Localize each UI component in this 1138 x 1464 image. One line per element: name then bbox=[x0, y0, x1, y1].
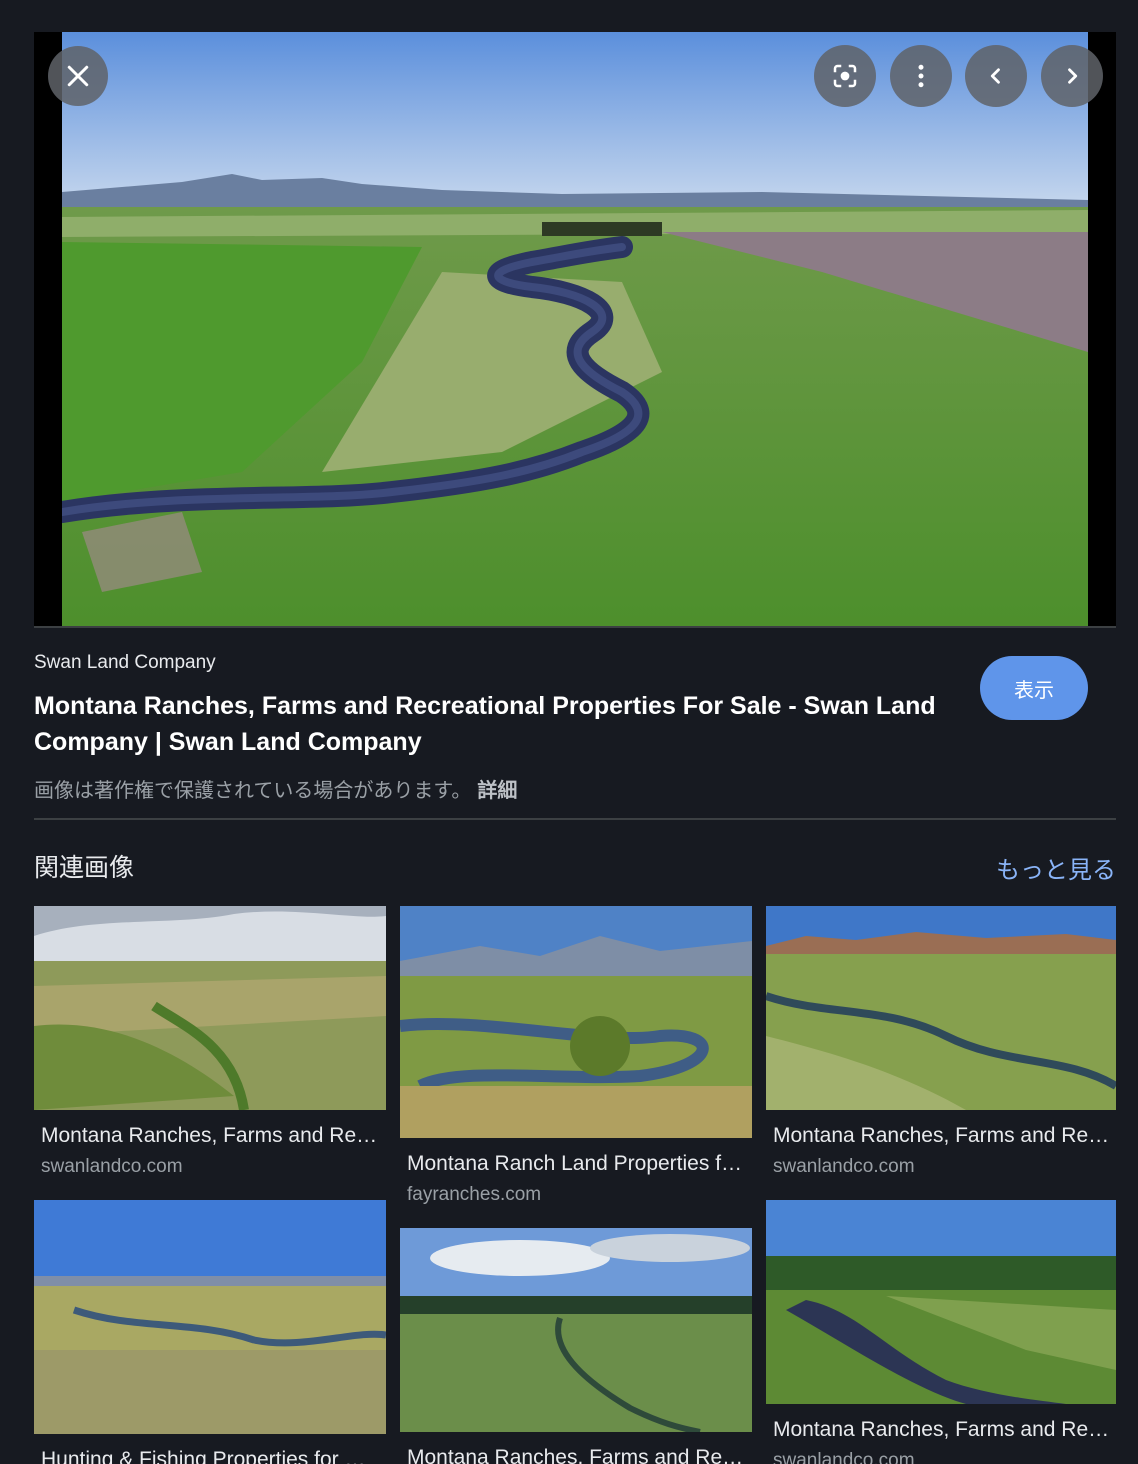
related-thumbnail bbox=[400, 1228, 752, 1432]
lens-button[interactable] bbox=[814, 45, 876, 107]
close-icon bbox=[67, 65, 89, 87]
next-button[interactable] bbox=[1041, 45, 1103, 107]
related-image-card[interactable]: Hunting & Fishing Properties for Sale bbox=[34, 1200, 386, 1464]
card-site: swanlandco.com bbox=[773, 1450, 915, 1464]
preview-image bbox=[34, 32, 1116, 626]
related-image-card[interactable]: Montana Ranch Land Properties for Sale f… bbox=[400, 906, 752, 1206]
card-title: Montana Ranches, Farms and Recreational … bbox=[407, 1446, 745, 1464]
detail-link[interactable]: 詳細 bbox=[477, 780, 517, 802]
see-more-link[interactable]: もっと見る bbox=[996, 850, 1116, 885]
lens-icon bbox=[833, 64, 857, 88]
view-button[interactable]: 表示 bbox=[980, 656, 1088, 720]
card-title: Montana Ranch Land Properties for Sale bbox=[407, 1152, 745, 1175]
related-thumbnail bbox=[766, 1200, 1116, 1404]
section-divider bbox=[34, 818, 1116, 820]
card-site: fayranches.com bbox=[407, 1184, 542, 1205]
card-title: Montana Ranches, Farms and Recreational … bbox=[41, 1124, 379, 1147]
chevron-right-icon bbox=[1068, 68, 1078, 84]
related-image-card[interactable]: Montana Ranches, Farms and Recreational … bbox=[766, 906, 1116, 1178]
card-site: swanlandco.com bbox=[773, 1156, 915, 1177]
close-button[interactable] bbox=[48, 46, 108, 106]
ranch-river-photo bbox=[62, 32, 1088, 626]
related-image-card[interactable]: Montana Ranches, Farms and Recreational … bbox=[766, 1200, 1116, 1464]
previous-button[interactable] bbox=[965, 45, 1027, 107]
chevron-left-icon bbox=[990, 68, 1000, 84]
related-images-heading: 関連画像 bbox=[34, 854, 135, 882]
copyright-notice: 画像は著作権で保護されている場合があります。 詳細 bbox=[34, 774, 517, 803]
preview-divider bbox=[34, 626, 1116, 628]
copyright-text: 画像は著作権で保護されている場合があります。 bbox=[34, 780, 472, 802]
more-options-button[interactable] bbox=[890, 45, 952, 107]
card-title: Montana Ranches, Farms and Recreational … bbox=[773, 1418, 1111, 1441]
related-image-card[interactable]: Montana Ranches, Farms and Recreational … bbox=[34, 906, 386, 1178]
source-name: Swan Land Company bbox=[34, 652, 216, 673]
result-title-link[interactable]: Montana Ranches, Farms and Recreational … bbox=[34, 688, 954, 760]
more-vert-icon bbox=[918, 64, 924, 88]
related-thumbnail bbox=[34, 906, 386, 1110]
related-thumbnail bbox=[34, 1200, 386, 1434]
related-thumbnail bbox=[400, 906, 752, 1138]
related-image-card[interactable]: Montana Ranches, Farms and Recreational … bbox=[400, 1228, 752, 1464]
card-title: Montana Ranches, Farms and Recreational … bbox=[773, 1124, 1111, 1147]
related-thumbnail bbox=[766, 906, 1116, 1110]
card-site: swanlandco.com bbox=[41, 1156, 183, 1177]
card-title: Hunting & Fishing Properties for Sale bbox=[41, 1448, 379, 1464]
